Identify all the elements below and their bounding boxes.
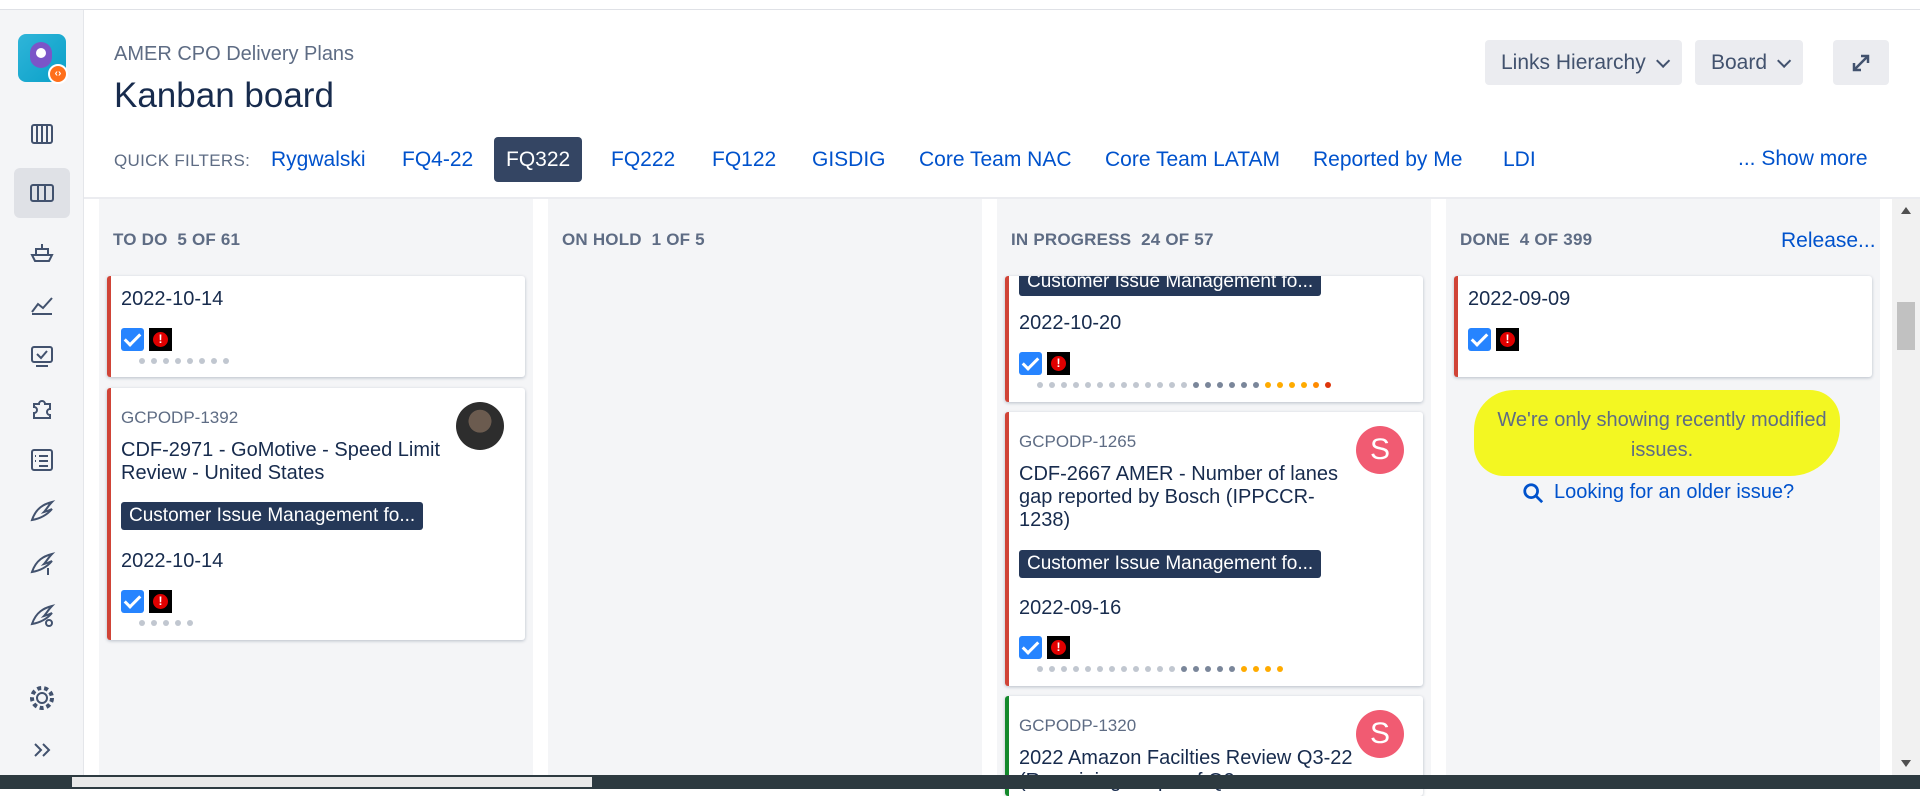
checklist-icon[interactable]: [20, 438, 64, 482]
wings-up-icon[interactable]: [20, 542, 64, 586]
quick-filter-fq322[interactable]: FQ322: [494, 137, 583, 182]
progress-dots: [139, 620, 193, 626]
release-link[interactable]: Release...: [1781, 229, 1876, 253]
recently-modified-notice: We're only showing recently modified iss…: [1497, 409, 1827, 461]
issue-key[interactable]: GCPODP-1320: [1019, 716, 1136, 736]
due-date: 2022-09-16: [1019, 597, 1122, 619]
task-checkbox-icon: [121, 590, 144, 613]
older-issue-link[interactable]: Looking for an older issue?: [1522, 481, 1794, 504]
assignee-avatar[interactable]: [456, 402, 504, 450]
quick-filter-gisdig[interactable]: GISDIG: [800, 137, 898, 182]
expand-arrows-icon: [1852, 54, 1870, 71]
task-checkbox-icon: [1019, 352, 1042, 375]
links-hierarchy-label: Links Hierarchy: [1501, 50, 1646, 74]
task-checkbox-icon: [121, 328, 144, 351]
browser-top-edge: [0, 0, 1920, 10]
quick-filter-fq222[interactable]: FQ222: [599, 137, 687, 182]
due-date: 2022-10-14: [121, 288, 224, 310]
column-header-in-progress: IN PROGRESS 24 OF 57: [1011, 230, 1214, 249]
fullscreen-button[interactable]: [1833, 40, 1889, 85]
priority-blocker-icon: [149, 328, 172, 351]
column-header-done: DONE 4 OF 399: [1460, 230, 1593, 249]
column-header-todo: TO DO 5 OF 61: [113, 230, 241, 249]
assignee-avatar[interactable]: S: [1356, 710, 1404, 758]
priority-stripe: [1454, 276, 1458, 377]
board-menu-label: Board: [1711, 50, 1768, 74]
progress-dots: [1037, 666, 1283, 672]
column-header-on-hold: ON HOLD 1 OF 5: [562, 230, 705, 249]
progress-dots: [1037, 382, 1331, 388]
column-on-hold: [548, 199, 982, 789]
priority-stripe: [107, 276, 111, 377]
quick-filter-reported-by-me[interactable]: Reported by Me: [1301, 137, 1474, 182]
issue-summary: CDF-2971 - GoMotive - Speed Limit Review…: [121, 439, 441, 484]
priority-blocker-icon: [149, 590, 172, 613]
add-ons-puzzle-icon[interactable]: [20, 386, 64, 430]
show-more-filters-link[interactable]: ... Show more: [1738, 147, 1868, 171]
issue-key[interactable]: GCPODP-1265: [1019, 432, 1136, 452]
chevron-down-icon: [1777, 53, 1792, 68]
roadmap-icon[interactable]: [20, 112, 64, 156]
wings-settings-icon[interactable]: [20, 594, 64, 638]
issue-card[interactable]: 2022-09-09: [1454, 276, 1872, 377]
task-checkbox-icon: [1019, 636, 1042, 659]
scroll-down-icon[interactable]: [1901, 760, 1911, 767]
progress-dots: [139, 358, 229, 364]
due-date: 2022-09-09: [1468, 288, 1571, 310]
issue-card[interactable]: GCPODP-1265 CDF-2667 AMER - Number of la…: [1005, 412, 1423, 686]
issue-key[interactable]: GCPODP-1392: [121, 408, 238, 428]
priority-blocker-icon: [1496, 328, 1519, 351]
links-hierarchy-button[interactable]: Links Hierarchy: [1485, 40, 1682, 85]
task-checkbox-icon: [1468, 328, 1491, 351]
priority-stripe: [1005, 276, 1009, 402]
scroll-up-icon[interactable]: [1901, 207, 1911, 214]
vertical-scrollbar[interactable]: [1892, 199, 1920, 775]
epic-label: Customer Issue Management fo...: [1019, 276, 1322, 296]
epic-label: Customer Issue Management fo...: [121, 502, 424, 530]
board-icon[interactable]: [14, 168, 70, 218]
priority-blocker-icon: [1047, 352, 1070, 375]
priority-blocker-icon: [1047, 636, 1070, 659]
quick-filter-ldi[interactable]: LDI: [1491, 137, 1548, 182]
quick-filter-rygwalski[interactable]: Rygwalski: [259, 137, 378, 182]
page-title: Kanban board: [114, 76, 334, 115]
quick-filter-core-team-latam[interactable]: Core Team LATAM: [1093, 137, 1292, 182]
priority-stripe: [107, 388, 111, 640]
sidebar: ‹›: [0, 10, 84, 789]
chevron-down-icon: [1655, 53, 1670, 68]
expand-sidebar-icon[interactable]: [20, 728, 64, 772]
board-menu-button[interactable]: Board: [1695, 40, 1804, 85]
horizontal-scroll-thumb[interactable]: [72, 777, 592, 787]
quick-filter-fq122[interactable]: FQ122: [700, 137, 788, 182]
search-icon: [1523, 482, 1544, 503]
releases-ship-icon[interactable]: [20, 230, 64, 274]
older-issue-label: Looking for an older issue?: [1554, 481, 1795, 503]
reports-icon[interactable]: [20, 282, 64, 326]
vertical-scroll-thumb[interactable]: [1897, 302, 1915, 350]
project-name[interactable]: AMER CPO Delivery Plans: [114, 43, 354, 66]
priority-stripe: [1005, 412, 1009, 686]
issues-icon[interactable]: [20, 334, 64, 378]
quick-filter-fq4-22[interactable]: FQ4-22: [390, 137, 485, 182]
settings-gear-icon[interactable]: [20, 676, 64, 720]
due-date: 2022-10-20: [1019, 312, 1122, 334]
quick-filters-label: QUICK FILTERS:: [114, 151, 251, 170]
issue-card[interactable]: 2022-10-14: [107, 276, 525, 377]
issue-summary: CDF-2667 AMER - Number of lanes gap repo…: [1019, 463, 1339, 531]
issue-card[interactable]: GCPODP-1392 CDF-2971 - GoMotive - Speed …: [107, 388, 525, 640]
project-avatar-icon[interactable]: ‹›: [18, 34, 68, 84]
epic-label: Customer Issue Management fo...: [1019, 550, 1322, 578]
due-date: 2022-10-14: [121, 550, 224, 572]
wings-icon[interactable]: [20, 490, 64, 534]
issue-card[interactable]: Customer Issue Management fo... 2022-10-…: [1005, 276, 1423, 402]
quick-filter-core-team-nac[interactable]: Core Team NAC: [907, 137, 1084, 182]
assignee-avatar[interactable]: S: [1356, 426, 1404, 474]
